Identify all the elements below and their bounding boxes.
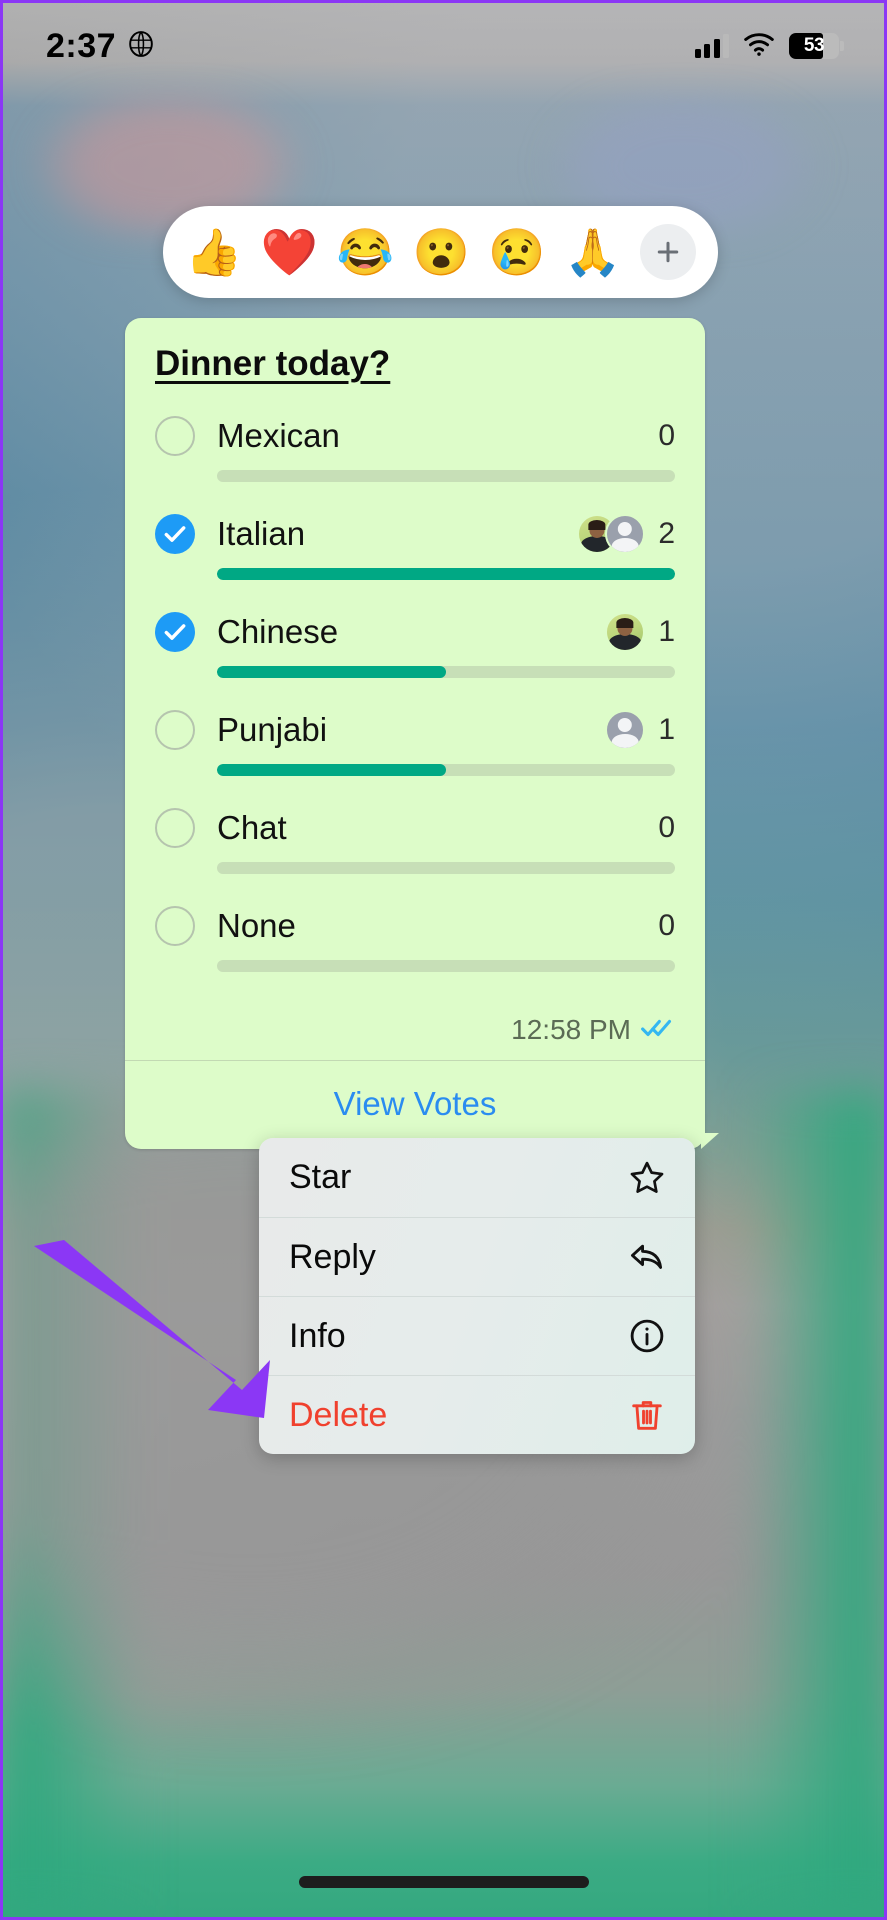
poll-option-vote-count: 0 [658, 909, 675, 942]
context-menu-item-star[interactable]: Star [259, 1138, 695, 1217]
reply-arrow-icon [627, 1237, 667, 1277]
poll-option-label: Italian [217, 515, 306, 552]
info-circle-icon [627, 1316, 667, 1356]
poll-option-vote-count: 0 [658, 811, 675, 844]
globe-icon [128, 30, 154, 62]
poll-option[interactable]: Punjabi 1 [155, 710, 675, 776]
poll-voter-avatars[interactable] [577, 514, 645, 554]
avatar [605, 612, 645, 652]
avatar-placeholder [605, 710, 645, 750]
home-indicator [298, 1876, 589, 1888]
poll-title: Dinner today? [155, 344, 391, 383]
cellular-bars-icon [694, 34, 729, 58]
poll-option-checkbox-checked[interactable] [155, 612, 195, 652]
poll-option-vote-count: 1 [658, 713, 675, 746]
message-context-menu[interactable]: Star Reply Info Delete [259, 1138, 695, 1454]
heart-reaction[interactable]: ❤️ [261, 229, 318, 275]
annotation-arrow [34, 1240, 270, 1418]
poll-option[interactable]: Chat 0 [155, 808, 675, 874]
poll-option-right: 0 [655, 419, 675, 453]
context-menu-item-label: Reply [289, 1237, 376, 1276]
message-timestamp: 12:58 PM [511, 1014, 631, 1045]
poll-options-list: Mexican 0 Italian 2 Chinese 1 Punjabi 1 Chat 0 Non… [155, 416, 675, 972]
context-menu-item-label: Info [289, 1316, 346, 1355]
context-menu-item-reply[interactable]: Reply [259, 1217, 695, 1296]
poll-option[interactable]: Italian 2 [155, 514, 675, 580]
poll-option-checkbox[interactable] [155, 906, 195, 946]
poll-option-vote-count: 2 [658, 517, 675, 550]
poll-body: Dinner today? Mexican 0 Italian 2 Chinese 1 Pu… [125, 318, 705, 1010]
status-bar-right: 53 [694, 32, 844, 61]
poll-option[interactable]: Chinese 1 [155, 612, 675, 678]
poll-option-row: None 0 [155, 906, 675, 946]
avatar-placeholder [605, 514, 645, 554]
poll-voter-avatars[interactable] [605, 612, 645, 652]
context-menu-item-delete[interactable]: Delete [259, 1375, 695, 1454]
poll-message-bubble[interactable]: Dinner today? Mexican 0 Italian 2 Chinese 1 Pu… [125, 318, 719, 1149]
poll-option-right: 1 [605, 612, 675, 652]
context-menu-item-label: Delete [289, 1395, 388, 1434]
poll-option-vote-count: 0 [658, 419, 675, 452]
poll-option-label: Punjabi [217, 711, 328, 748]
emoji-reaction-bar[interactable]: 👍 ❤️ 😂 😮 😢 🙏 [163, 206, 718, 298]
poll-meta: 12:58 PM [125, 1010, 705, 1060]
battery-icon: 53 [789, 33, 844, 59]
context-menu-item-label: Star [289, 1158, 352, 1196]
poll-voter-avatars[interactable] [605, 710, 645, 750]
poll-option-label: Mexican [217, 417, 340, 454]
status-bar-clock: 2:37 [46, 26, 117, 65]
poll-option-label: Chat [217, 809, 287, 846]
poll-option-row: Chat 0 [155, 808, 675, 848]
star-outline-icon [627, 1158, 667, 1198]
double-check-read-icon [641, 1017, 677, 1044]
view-votes-link[interactable]: View Votes [334, 1085, 497, 1122]
poll-option-vote-count: 1 [658, 615, 675, 648]
thumbs-up-reaction[interactable]: 👍 [185, 229, 242, 275]
crying-face-reaction[interactable]: 😢 [488, 229, 545, 275]
poll-option-progress-bar [217, 470, 675, 482]
poll-option-right: 1 [605, 710, 675, 750]
poll-option-row: Mexican 0 [155, 416, 675, 456]
poll-footer[interactable]: View Votes [125, 1060, 705, 1149]
tears-of-joy-reaction[interactable]: 😂 [337, 229, 394, 275]
poll-option-progress-bar [217, 764, 675, 776]
poll-option[interactable]: None 0 [155, 906, 675, 972]
poll-option-row: Chinese 1 [155, 612, 675, 652]
poll-option-checkbox-checked[interactable] [155, 514, 195, 554]
wifi-icon [743, 32, 775, 61]
poll-option-checkbox[interactable] [155, 710, 195, 750]
poll-option-label: Chinese [217, 613, 339, 650]
poll-option-label: None [217, 907, 296, 944]
status-bar: 2:37 53 [0, 0, 887, 92]
poll-option-progress-bar [217, 862, 675, 874]
poll-option-checkbox[interactable] [155, 808, 195, 848]
add-reaction-button[interactable] [639, 224, 696, 280]
poll-option-progress-fill [217, 764, 446, 776]
poll-option[interactable]: Mexican 0 [155, 416, 675, 482]
trash-icon [627, 1395, 667, 1435]
poll-option-checkbox[interactable] [155, 416, 195, 456]
poll-option-right: 0 [655, 811, 675, 845]
battery-percent-label: 53 [803, 35, 825, 56]
poll-option-right: 2 [577, 514, 675, 554]
status-bar-left: 2:37 [46, 27, 154, 66]
context-menu-item-info[interactable]: Info [259, 1296, 695, 1375]
poll-option-progress-fill [217, 666, 446, 678]
poll-option-progress-bar [217, 666, 675, 678]
poll-option-progress-fill [217, 568, 675, 580]
poll-option-progress-bar [217, 568, 675, 580]
poll-option-row: Punjabi 1 [155, 710, 675, 750]
poll-option-row: Italian 2 [155, 514, 675, 554]
poll-option-right: 0 [655, 909, 675, 943]
folded-hands-reaction[interactable]: 🙏 [564, 229, 621, 275]
poll-option-progress-bar [217, 960, 675, 972]
plus-icon [657, 241, 679, 263]
open-mouth-reaction[interactable]: 😮 [412, 229, 469, 275]
